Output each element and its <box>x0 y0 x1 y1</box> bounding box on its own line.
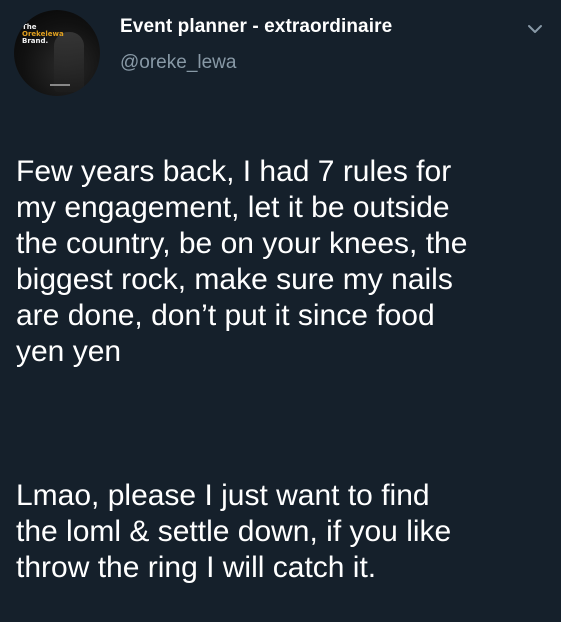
tweet-paragraph: Lmao, please I just want to find the lom… <box>16 479 452 584</box>
avatar-brand-logo: The Orekelewa Brand. <box>22 23 64 45</box>
tweet-body: Few years back, I had 7 rules for my eng… <box>16 118 556 622</box>
avatar-decoration <box>50 84 70 86</box>
avatar[interactable]: The Orekelewa Brand. <box>14 10 100 96</box>
author-display-name[interactable]: Event planner - extraordinaire <box>120 16 392 38</box>
chevron-down-icon[interactable] <box>524 18 546 40</box>
tweet-paragraph: Few years back, I had 7 rules for my eng… <box>16 155 468 368</box>
author-handle[interactable]: @oreke_lewa <box>120 52 236 74</box>
tweet: The Orekelewa Brand. Event planner - ext… <box>0 0 561 584</box>
